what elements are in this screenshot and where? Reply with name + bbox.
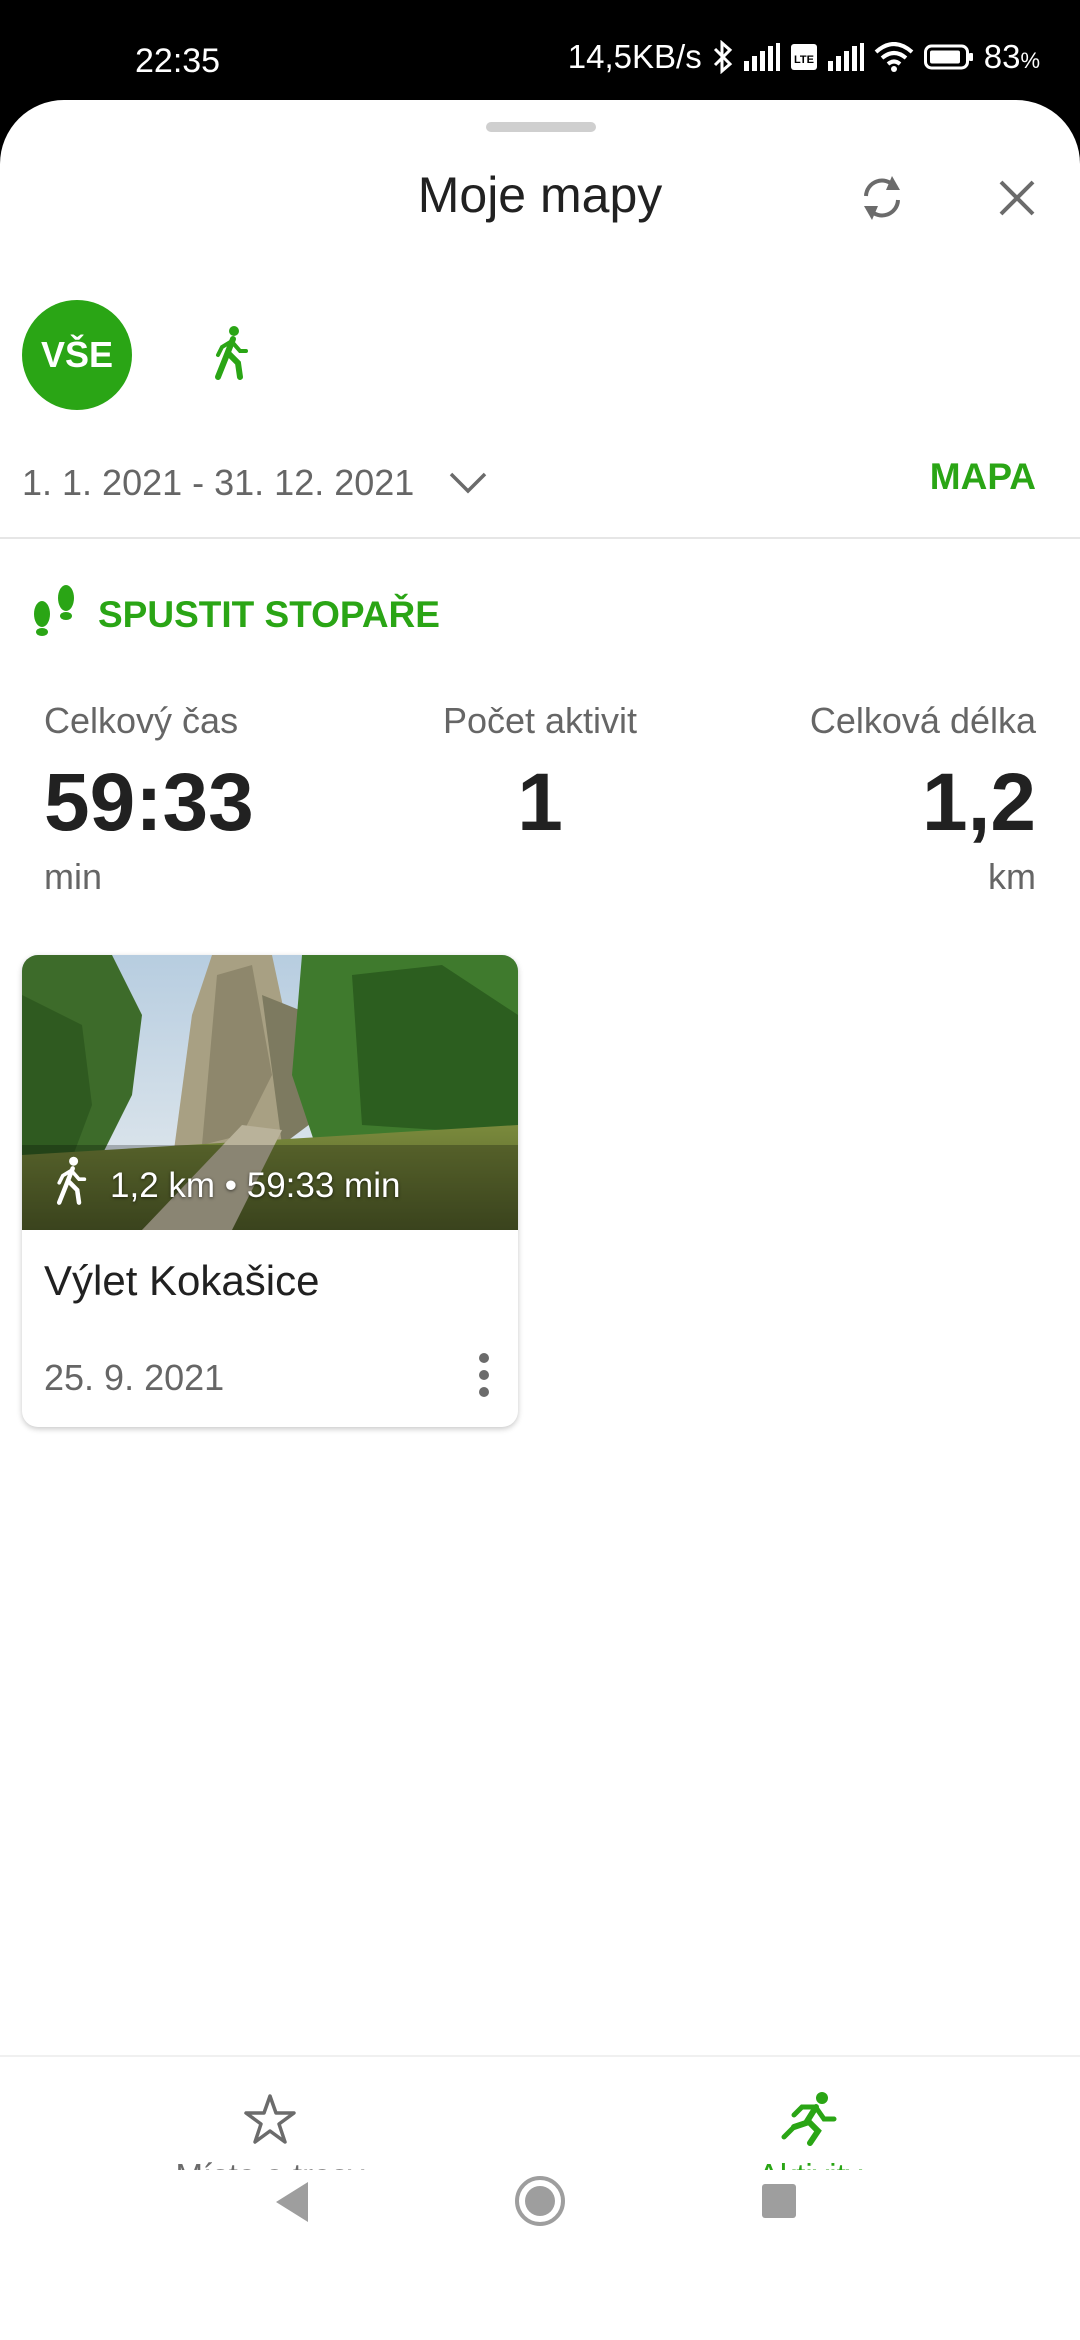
chevron-down-icon (448, 462, 488, 504)
battery-icon (923, 43, 974, 71)
activity-title: Výlet Kokašice (44, 1257, 320, 1304)
start-tracker-label: SPUSTIT STOPAŘE (98, 593, 440, 635)
volte-icon: LTE (790, 43, 818, 71)
map-button[interactable]: MAPA (930, 456, 1036, 498)
stat-unit: min (44, 856, 103, 897)
walking-icon (52, 1155, 88, 1216)
home-circle-icon (513, 2176, 567, 2232)
signal-icon-2 (827, 43, 864, 71)
activity-meta-text: 1,2 km • 59:33 min (110, 1165, 401, 1205)
more-vertical-icon (477, 1352, 491, 1403)
bluetooth-icon (712, 40, 734, 74)
home-button[interactable] (513, 2174, 567, 2233)
stat-total-length: Celková délka 1,2 km (810, 700, 1036, 898)
my-maps-sheet: Moje mapy VŠE 1. 1. 2021 - 31. 12. 2021 … (0, 100, 1080, 2340)
activity-card[interactable]: 1,2 km • 59:33 min Výlet Kokašice 25. 9.… (22, 955, 518, 1427)
filter-all-chip[interactable]: VŠE (22, 300, 132, 410)
stat-label: Celková délka (809, 700, 1036, 741)
walking-icon (210, 325, 250, 386)
sync-icon (856, 172, 908, 229)
battery-percent: 83% (983, 38, 1040, 75)
footprints-icon (28, 582, 80, 647)
date-range-selector[interactable]: 1. 1. 2021 - 31. 12. 2021 (22, 462, 488, 504)
more-options-button[interactable] (464, 1347, 504, 1407)
stat-unit: km (988, 856, 1036, 897)
drag-handle[interactable] (486, 122, 596, 132)
close-icon (997, 178, 1037, 223)
filter-walking-chip[interactable] (200, 320, 260, 390)
divider (0, 537, 1080, 539)
system-navigation-bar (0, 2170, 1080, 2240)
status-bar: 22:35 14,5KB/s LTE 83% (0, 0, 1080, 100)
running-icon (780, 2091, 840, 2152)
page-title: Moje mapy (417, 167, 663, 223)
activity-meta: 1,2 km • 59:33 min (52, 1155, 400, 1216)
wifi-icon (874, 42, 914, 72)
date-range-value: 1. 1. 2021 - 31. 12. 2021 (22, 462, 415, 503)
svg-text:LTE: LTE (794, 54, 814, 66)
back-button[interactable] (272, 2180, 312, 2229)
signal-icon (743, 43, 780, 71)
activity-date: 25. 9. 2021 (44, 1357, 225, 1398)
start-tracker-button[interactable]: SPUSTIT STOPAŘE (28, 582, 440, 647)
sync-button[interactable] (850, 168, 914, 232)
recents-button[interactable] (762, 2184, 796, 2218)
status-icons: 14,5KB/s LTE 83% (568, 38, 1040, 76)
stat-value: 1,2 (922, 757, 1036, 848)
star-icon (243, 2093, 297, 2150)
network-speed: 14,5KB/s (567, 38, 702, 75)
back-triangle-icon (272, 2182, 312, 2228)
close-button[interactable] (985, 168, 1049, 232)
status-time: 22:35 (135, 42, 221, 80)
